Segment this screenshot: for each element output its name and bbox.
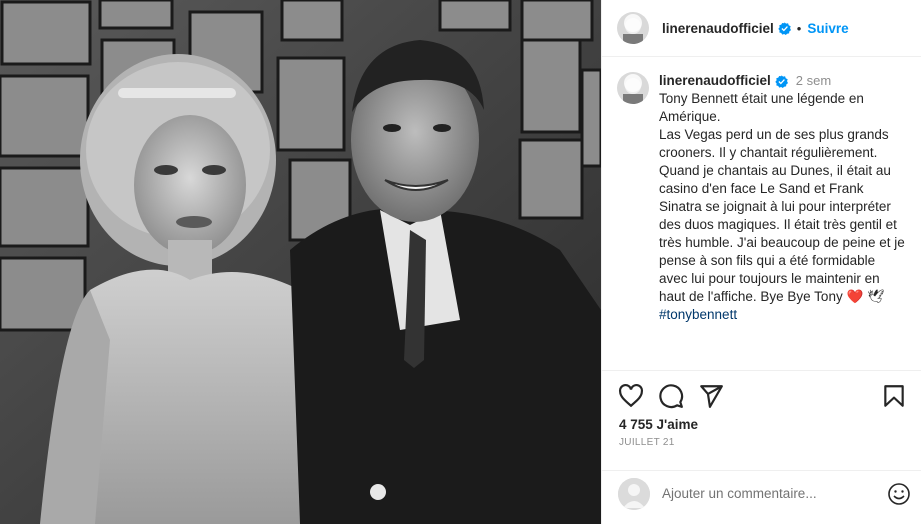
- post-sidebar: linerenaudofficiel • Suivre linerenaudof…: [601, 0, 921, 524]
- post-date: JUILLET 21: [619, 437, 675, 448]
- smiley-icon[interactable]: [887, 482, 911, 506]
- post-photo[interactable]: [0, 0, 601, 524]
- verified-badge-icon: [775, 74, 788, 88]
- likes-count[interactable]: 4 755 J'aime: [619, 417, 698, 432]
- instagram-post: linerenaudofficiel • Suivre linerenaudof…: [0, 0, 921, 524]
- avatar-image: [617, 72, 649, 104]
- current-user-avatar: [618, 477, 650, 510]
- verified-badge-icon: [778, 21, 791, 35]
- caption-text: Tony Bennett était une légende en Amériq…: [659, 90, 907, 324]
- header-username[interactable]: linerenaudofficiel: [662, 21, 774, 36]
- heart-outline-icon[interactable]: [618, 383, 644, 409]
- caption-header: linerenaudofficiel 2 sem: [659, 72, 907, 90]
- caption-block: linerenaudofficiel 2 sem Tony Bennett ét…: [602, 57, 921, 370]
- black-and-white-photo: [0, 0, 601, 524]
- profile-avatar[interactable]: [617, 12, 649, 44]
- caption-avatar[interactable]: [617, 72, 649, 104]
- post-header: linerenaudofficiel • Suivre: [602, 0, 921, 57]
- dove-emoji: 🕊: [867, 289, 885, 304]
- comment-input[interactable]: [662, 486, 887, 501]
- caption-body-text: Tony Bennett était une légende en Amériq…: [659, 91, 905, 304]
- comment-bar: [602, 470, 921, 516]
- follow-button[interactable]: Suivre: [807, 21, 848, 36]
- avatar-image: [617, 12, 649, 44]
- caption-body: linerenaudofficiel 2 sem Tony Bennett ét…: [659, 72, 907, 370]
- speech-bubble-icon[interactable]: [658, 383, 684, 409]
- paper-plane-icon[interactable]: [698, 383, 724, 409]
- caption-username[interactable]: linerenaudofficiel: [659, 72, 771, 90]
- separator-dot: •: [796, 20, 802, 36]
- bookmark-icon[interactable]: [881, 383, 907, 409]
- heart-emoji: ❤️: [846, 289, 864, 304]
- hashtag-link[interactable]: #tonybennett: [659, 307, 737, 322]
- post-time[interactable]: 2 sem: [796, 72, 831, 90]
- default-avatar-icon: [618, 477, 650, 510]
